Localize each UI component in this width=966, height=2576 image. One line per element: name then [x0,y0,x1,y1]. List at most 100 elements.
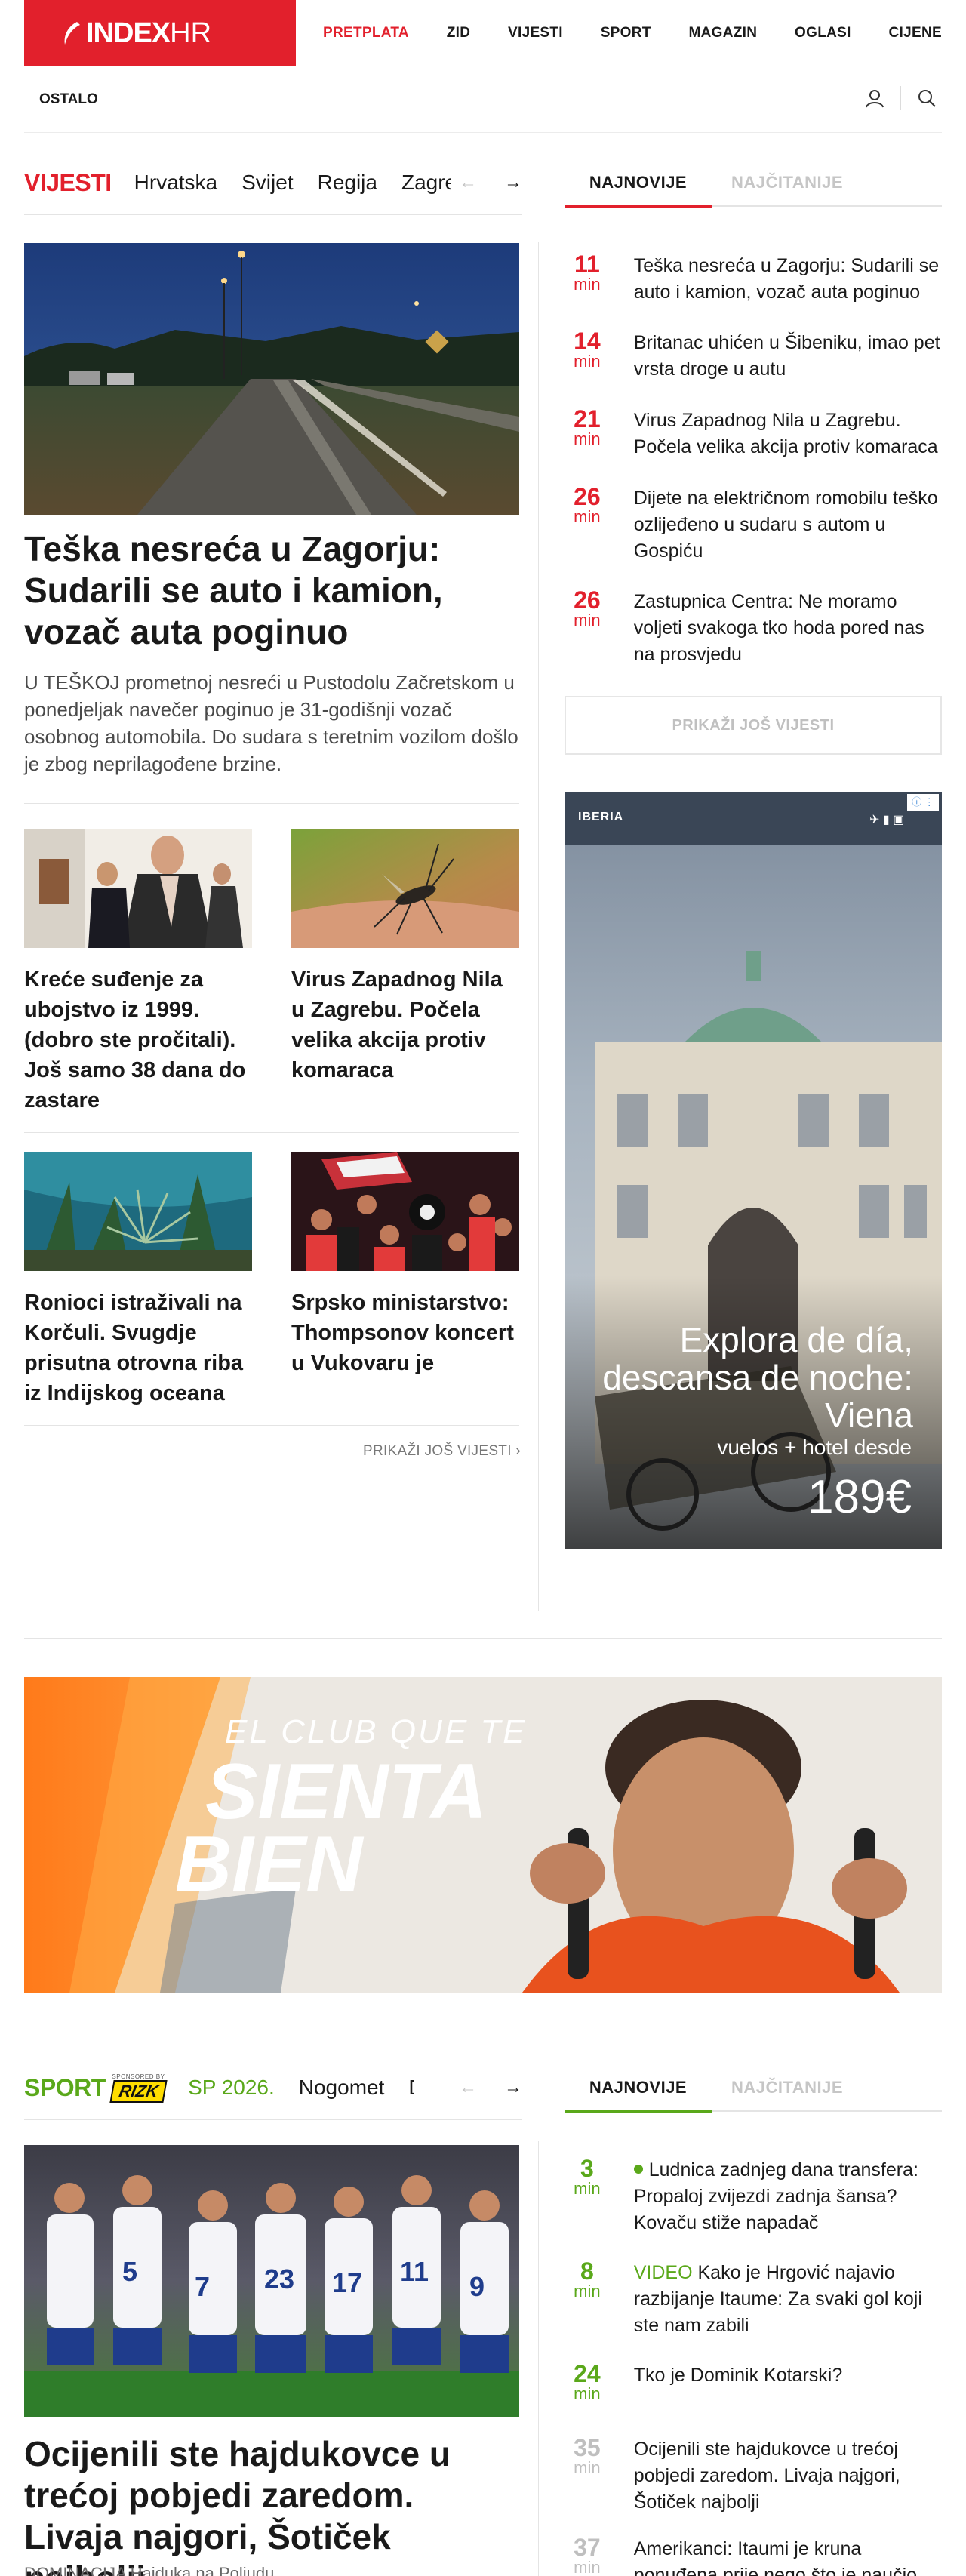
ad-line-3: Viena [825,1396,913,1435]
sport-latest-item[interactable]: 8 min VIDEO Kako je Hrgović najavio razbi… [565,2257,942,2339]
latest-news-minutes: 26 [574,483,601,510]
ad-plane-icon: ✈ ▮ ▣ [869,814,905,826]
nav-cijene[interactable]: CIJENE [889,25,942,42]
article-card-image [24,829,252,948]
more-news-link[interactable]: PRIKAŽI JOŠ VIJESTI › [363,1443,521,1460]
sport-latest-title[interactable]: Amerikanci: Itaumi je kruna ponuđena pri… [634,2536,942,2576]
sport-main-title[interactable]: Ocijenili ste hajdukovce u trećoj pobjed… [24,2433,519,2576]
minutes-unit: min [574,2282,601,2301]
ad-wide-line-3: BIEN [175,1820,363,1908]
latest-news-item[interactable]: 14 min Britanac uhićen u Šibeniku, imao p… [565,328,942,383]
article-card-title[interactable]: Virus Zapadnog Nila u Zagrebu. Počela ve… [291,965,519,1085]
article-card-title[interactable]: Kreće suđenje za ubojstvo iz 1999. (dobr… [24,965,252,1116]
tab-sp-2026[interactable]: SP 2026. [188,2076,275,2100]
tab-regija[interactable]: Regija [318,171,377,195]
article-card-image [291,829,519,948]
latest-news-title[interactable]: Virus Zapadnog Nila u Zagrebu. Počela ve… [634,408,942,460]
ad-subline: vuelos + hotel desde [717,1436,912,1459]
search-icon[interactable] [912,83,942,113]
tab-najcitanije[interactable]: NAJČITANIJE [712,158,863,207]
latest-news-minutes: 21 [574,405,601,432]
sport-latest-minutes: 35 [574,2434,601,2461]
vijesti-tab-arrows: ← → [459,172,522,193]
article-card[interactable]: Srpsko ministarstvo: Thompsonov koncert … [291,1152,519,1378]
wide-advertisement[interactable]: EL CLUB QUE TE SIENTA BIEN [24,1677,942,1993]
arrow-right-icon[interactable]: → [504,172,522,193]
tab-najcitanije[interactable]: NAJČITANIJE [712,2064,863,2112]
article-card-title[interactable]: Srpsko ministarstvo: Thompsonov koncert … [291,1288,519,1378]
sport-latest-text: Ludnica zadnjeg dana transfera: Propaloj… [633,2159,918,2233]
nav-ostalo[interactable]: OSTALO [39,91,98,108]
minutes-unit: min [574,507,601,526]
nav-oglasi[interactable]: OGLASI [795,25,851,42]
tab-hrvatska[interactable]: Hrvatska [134,171,217,195]
vijesti-section-title[interactable]: VIJESTI [24,169,112,197]
sport-main-image[interactable]: 5 7 23 17 11 9 [24,2145,519,2417]
user-icon[interactable] [860,83,890,113]
main-article-image[interactable] [24,243,519,515]
sport-latest-title[interactable]: VIDEO Kako je Hrgović najavio razbijanje… [634,2260,942,2339]
arrow-right-icon[interactable]: → [504,2077,522,2098]
secondary-navigation: OSTALO [24,66,942,133]
nav-zid[interactable]: ZID [447,25,471,42]
latest-news-title[interactable]: Zastupnica Centra: Ne moramo voljeti sva… [634,589,942,668]
minutes-unit: min [574,2558,601,2576]
sport-latest-title[interactable]: Tko je Dominik Kotarski? [634,2362,942,2403]
sport-latest-item[interactable]: 35 min Ocijenili ste hajdukovce u trećoj … [565,2436,942,2516]
vijesti-side-tabs: NAJNOVIJE NAJČITANIJE [565,158,942,208]
latest-news-item[interactable]: 21 min Virus Zapadnog Nila u Zagrebu. Poč… [565,405,942,460]
article-card[interactable]: Virus Zapadnog Nila u Zagrebu. Počela ve… [291,829,519,1085]
main-article-title[interactable]: Teška nesreća u Zagorju: Sudarili se aut… [24,528,519,653]
latest-news-item[interactable]: 26 min Dijete na električnom romobilu teš… [565,485,942,565]
vijesti-category-tabs: Hrvatska Svijet Regija Zagreb [134,171,451,195]
sport-sponsor[interactable]: SPONSORED BY RIZK [109,2073,168,2103]
sport-latest-minutes: 24 [574,2360,601,2387]
nav-magazin[interactable]: MAGAZIN [688,25,757,42]
column-divider [538,2141,539,2576]
tab-zagreb[interactable]: Zagreb [401,171,451,195]
article-card-title[interactable]: Ronioci istraživali na Korčuli. Svugdje … [24,1288,252,1408]
sport-header-divider [24,2119,522,2120]
sport-latest-title[interactable]: Ocijenili ste hajdukovce u trećoj pobjed… [634,2436,942,2516]
ad-choices-icon[interactable]: ⓘ ⋮ [907,794,939,811]
nav-sport[interactable]: SPORT [601,25,651,42]
tab-nogomet[interactable]: Nogomet [299,2076,385,2100]
arrow-left-icon[interactable]: ← [459,172,477,193]
latest-news-title[interactable]: Britanac uhićen u Šibeniku, imao pet vrs… [634,330,942,383]
article-card-image [291,1152,519,1271]
sidebar-advertisement[interactable]: IBERIA ✈ ▮ ▣ Explora de día, descansa de… [565,792,942,1549]
minutes-unit: min [574,2179,601,2198]
cards-divider [24,1132,519,1133]
logo-suffix: HR [170,17,212,49]
ad-headline: Explora de día, descansa de noche: Viena [602,1321,913,1434]
sport-section-title[interactable]: SPORT [24,2074,106,2102]
ad-wide-line-1: EL CLUB QUE TE [225,1713,528,1750]
ad-wide-line-2: SIENTA [205,1748,488,1836]
nav-pretplata[interactable]: PRETPLATA [323,25,409,42]
latest-news-title[interactable]: Teška nesreća u Zagorju: Sudarili se aut… [634,253,942,306]
sport-latest-item[interactable]: 24 min Tko je Dominik Kotarski? [565,2362,942,2403]
sport-latest-item[interactable]: 37 min Amerikanci: Itaumi je kruna ponuđe… [565,2535,942,2576]
sport-latest-title[interactable]: Ludnica zadnjeg dana transfera: Propaloj… [633,2157,942,2236]
article-card[interactable]: Ronioci istraživali na Korčuli. Svugdje … [24,1152,252,1408]
sport-section-header: SPORT SPONSORED BY RIZK SP 2026. Nogomet… [24,2064,522,2112]
arrow-left-icon[interactable]: ← [459,2077,477,2098]
site-logo[interactable]: INDEX HR [24,0,296,66]
tab-najnovije[interactable]: NAJNOVIJE [565,2064,712,2113]
latest-news-item[interactable]: 26 min Zastupnica Centra: Ne moramo volje… [565,586,942,668]
sport-latest-minutes: 8 [580,2257,594,2285]
latest-news-minutes: 14 [574,328,601,355]
ad-price: 189€ [808,1471,912,1523]
sport-latest-item[interactable]: 3 min Ludnica zadnjeg dana transfera: Pro… [565,2156,942,2236]
live-dot-icon [633,2165,643,2174]
latest-news-title[interactable]: Dijete na električnom romobilu teško ozl… [634,485,942,565]
tab-di[interactable]: Di [408,2076,414,2100]
latest-news-minutes: 26 [574,586,601,614]
minutes-unit: min [574,352,601,371]
show-more-news-button[interactable]: PRIKAŽI JOŠ VIJESTI [565,696,942,755]
nav-vijesti[interactable]: VIJESTI [508,25,563,42]
article-card[interactable]: Kreće suđenje za ubojstvo iz 1999. (dobr… [24,829,252,1116]
tab-svijet[interactable]: Svijet [242,171,293,195]
latest-news-item[interactable]: 11 min Teška nesreća u Zagorju: Sudarili … [565,252,942,306]
tab-najnovije[interactable]: NAJNOVIJE [565,158,712,208]
